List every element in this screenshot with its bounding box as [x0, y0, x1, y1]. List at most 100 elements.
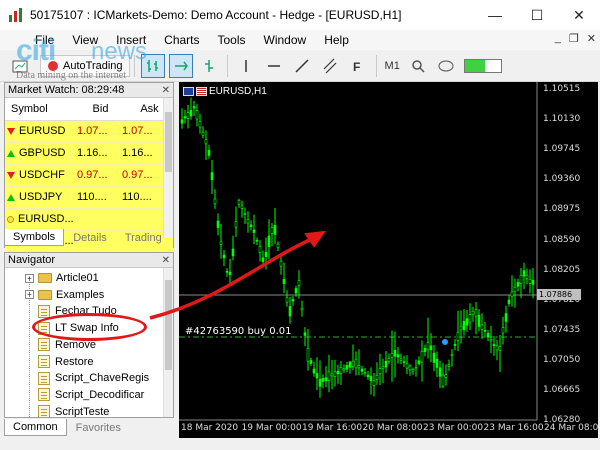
market-watch-scrollbar[interactable] [163, 98, 173, 238]
candle-body [396, 354, 400, 358]
navigator-item[interactable]: ScriptTeste [38, 404, 110, 418]
candle-body [507, 299, 511, 305]
navigator-item-label: ScriptTeste [55, 405, 110, 418]
mdi-controls: _ ❐ ✕ [555, 32, 596, 45]
autotrading-icon [48, 60, 58, 71]
navigator-item[interactable]: Script_Decodificar [38, 387, 144, 403]
trendline-icon [295, 58, 309, 73]
search-button[interactable] [406, 54, 430, 78]
mdi-minimize-button[interactable]: _ [555, 32, 561, 45]
price-level-label: 1.10515 [543, 84, 581, 94]
menu-tools[interactable]: Tools [209, 33, 255, 47]
maximize-button[interactable]: ☐ [516, 0, 558, 30]
candle-body [402, 361, 406, 363]
candle-body [189, 109, 193, 117]
timeframe-button[interactable]: M1 [381, 60, 404, 72]
candle-body [405, 363, 409, 369]
candle-body [231, 248, 235, 257]
vertical-line-button[interactable] [234, 54, 258, 78]
expand-icon[interactable]: + [25, 273, 34, 283]
column-symbol[interactable]: Symbol [5, 98, 75, 121]
bar-chart-button[interactable] [140, 53, 165, 78]
candle-body [501, 327, 505, 334]
channel-button[interactable] [318, 54, 342, 78]
table-row[interactable]: USDJPY 110.... 110.... [5, 186, 173, 209]
navigator-item[interactable]: Script_ChaveRegis [38, 370, 149, 386]
navigator-item-label: Examples [56, 288, 105, 301]
price-level-label: 1.08205 [543, 264, 581, 275]
fibonacci-icon: F [353, 60, 360, 74]
menu-window[interactable]: Window [255, 33, 316, 47]
price-level-label: 1.08590 [543, 234, 581, 245]
table-row[interactable]: GBPUSD 1.16... 1.16... [5, 142, 173, 165]
tab-common[interactable]: Common [4, 419, 67, 436]
candle-body [180, 119, 184, 124]
candle-body [219, 241, 223, 245]
market-watch-header: Market Watch: 08:29:48 ✕ [5, 83, 173, 98]
price-chart[interactable]: EURUSD,H1 1.10515 1.10130 1.09745 1.09360 1.… [179, 82, 598, 438]
folder-icon [38, 289, 52, 300]
candle-body [222, 254, 226, 259]
candle-body [249, 224, 253, 227]
us-flag-icon [196, 87, 207, 96]
new-order-button[interactable] [8, 54, 32, 78]
horizontal-line-button[interactable] [262, 54, 286, 78]
navigator-close-icon[interactable]: ✕ [162, 255, 170, 266]
navigator-item[interactable]: Restore [38, 354, 94, 370]
candle-body [303, 332, 307, 336]
symbol-name: EURUSD... [18, 213, 74, 225]
candle-body [357, 365, 361, 369]
trendline-button[interactable] [290, 54, 314, 78]
market-watch-close-icon[interactable]: ✕ [162, 85, 170, 96]
candle-body [474, 309, 478, 317]
expand-icon[interactable]: + [25, 290, 34, 300]
candle-body [363, 372, 367, 374]
menu-view[interactable]: View [63, 33, 107, 47]
chart-symbol-header: EURUSD,H1 [183, 86, 267, 97]
candle-body [387, 358, 391, 362]
svg-text:F: F [353, 60, 360, 74]
candle-body [285, 297, 289, 303]
autotrading-button[interactable]: AutoTrading [40, 54, 130, 77]
menu-help[interactable]: Help [315, 33, 358, 47]
candle-body [264, 251, 268, 257]
toolbar-separator [133, 54, 135, 77]
navigator-item[interactable]: + Examples [25, 287, 104, 303]
close-button[interactable]: ✕ [558, 0, 600, 30]
tab-favorites[interactable]: Favorites [67, 419, 130, 436]
window-title: 50175107 : ICMarkets-Demo: Demo Account … [30, 8, 402, 22]
bar-chart-icon [146, 59, 158, 72]
navigator-scrollbar[interactable] [163, 268, 173, 417]
table-row[interactable]: EURUSD... [5, 208, 173, 231]
candle-body [432, 352, 436, 363]
arrow-down-icon [7, 127, 15, 135]
candle-body [459, 325, 463, 331]
line-chart-button[interactable] [197, 54, 221, 78]
menu-file[interactable]: File [26, 33, 63, 47]
table-row[interactable]: EURUSD 1.07... 1.07... [5, 120, 173, 143]
candlestick-button[interactable] [168, 53, 193, 78]
bid-cell: 1.16... [75, 142, 120, 165]
market-watch-title: Market Watch: 08:29:48 [8, 84, 125, 96]
navigator-item[interactable]: + Article01 [25, 270, 99, 286]
menu-insert[interactable]: Insert [107, 33, 155, 47]
current-price-badge: 1.07886 [537, 289, 581, 300]
mdi-restore-button[interactable]: ❐ [569, 32, 579, 45]
tab-symbols[interactable]: Symbols [4, 229, 65, 246]
candle-body [342, 368, 346, 371]
fibonacci-button[interactable]: F [346, 54, 370, 78]
tab-trading[interactable]: Trading [116, 229, 171, 246]
price-level-label: 1.09745 [543, 144, 581, 155]
new-chart-icon [12, 60, 28, 72]
mt4-window: 50175107 : ICMarkets-Demo: Demo Account … [0, 0, 600, 450]
column-bid[interactable]: Bid [75, 98, 120, 121]
channel-icon [323, 58, 336, 73]
chat-button[interactable] [434, 54, 458, 78]
date-axis-label: 24 Mar 08:00 [544, 423, 598, 433]
minimize-button[interactable]: — [474, 0, 516, 30]
tab-details[interactable]: Details [64, 229, 116, 246]
mdi-close-button[interactable]: ✕ [587, 32, 596, 45]
table-row[interactable]: USDCHF 0.97... 0.97... [5, 164, 173, 187]
menu-charts[interactable]: Charts [155, 33, 208, 47]
candle-body [372, 380, 376, 386]
